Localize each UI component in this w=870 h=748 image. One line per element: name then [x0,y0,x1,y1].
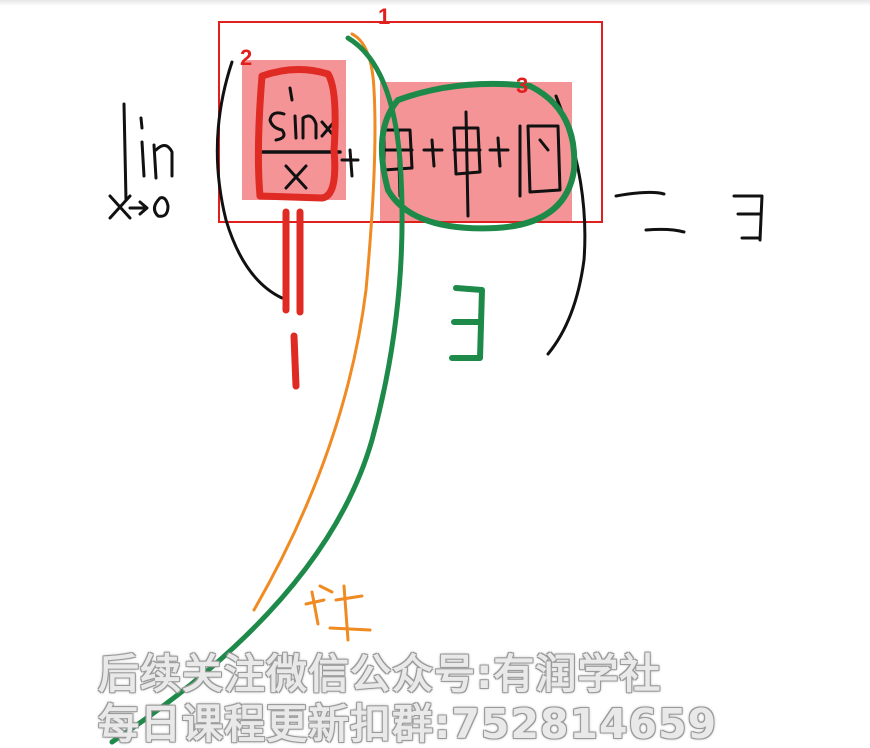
annotation-label-2: 2 [240,45,253,70]
red-equals-marks [282,208,304,390]
annotation-label-3: 3 [516,73,529,98]
lim-handwriting [108,102,174,220]
annotation-label-1: 1 [378,4,391,29]
orange-handwriting [304,584,372,642]
watermark-line-1: 后续关注微信公众号:有润学社 [98,650,662,698]
whiteboard-canvas: 1 2 3 后续关注微信公众号:有润学社 每日课程更新扣群:752814659 [0,0,870,746]
handwriting-layer [108,21,764,745]
highlight-region-3 [380,82,572,222]
watermark-line-2: 每日课程更新扣群:752814659 [98,700,718,748]
green-result-mark [449,285,485,361]
right-side-handwriting [614,190,764,242]
